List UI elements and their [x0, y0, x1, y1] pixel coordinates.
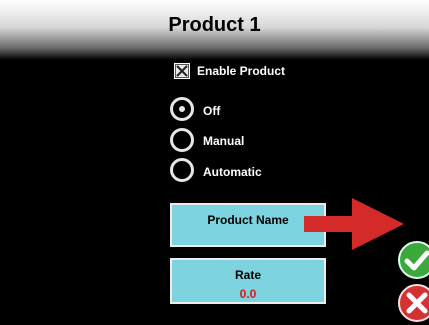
checkmark-icon[interactable] — [397, 240, 429, 280]
close-icon[interactable] — [397, 283, 429, 323]
header-bar: Product 1 — [0, 0, 429, 60]
pointer-arrow-icon — [304, 198, 404, 250]
rate-button[interactable]: Rate 0.0 — [170, 258, 326, 304]
radio-off[interactable] — [170, 97, 194, 121]
rate-label: Rate — [234, 268, 261, 282]
product-name-button[interactable]: Product Name — [170, 203, 326, 247]
radio-automatic[interactable] — [170, 158, 194, 182]
product-name-label: Product Name — [207, 213, 289, 227]
rate-value: 0.0 — [239, 287, 257, 301]
checkbox-x-icon — [176, 65, 188, 77]
radio-manual[interactable] — [170, 128, 194, 152]
enable-product-checkbox[interactable] — [174, 63, 190, 79]
radio-automatic-label: Automatic — [203, 165, 262, 179]
radio-selected-dot — [179, 106, 185, 112]
enable-product-label: Enable Product — [197, 64, 286, 78]
page-title: Product 1 — [168, 14, 261, 36]
radio-off-label: Off — [203, 104, 221, 118]
radio-manual-label: Manual — [203, 134, 245, 148]
